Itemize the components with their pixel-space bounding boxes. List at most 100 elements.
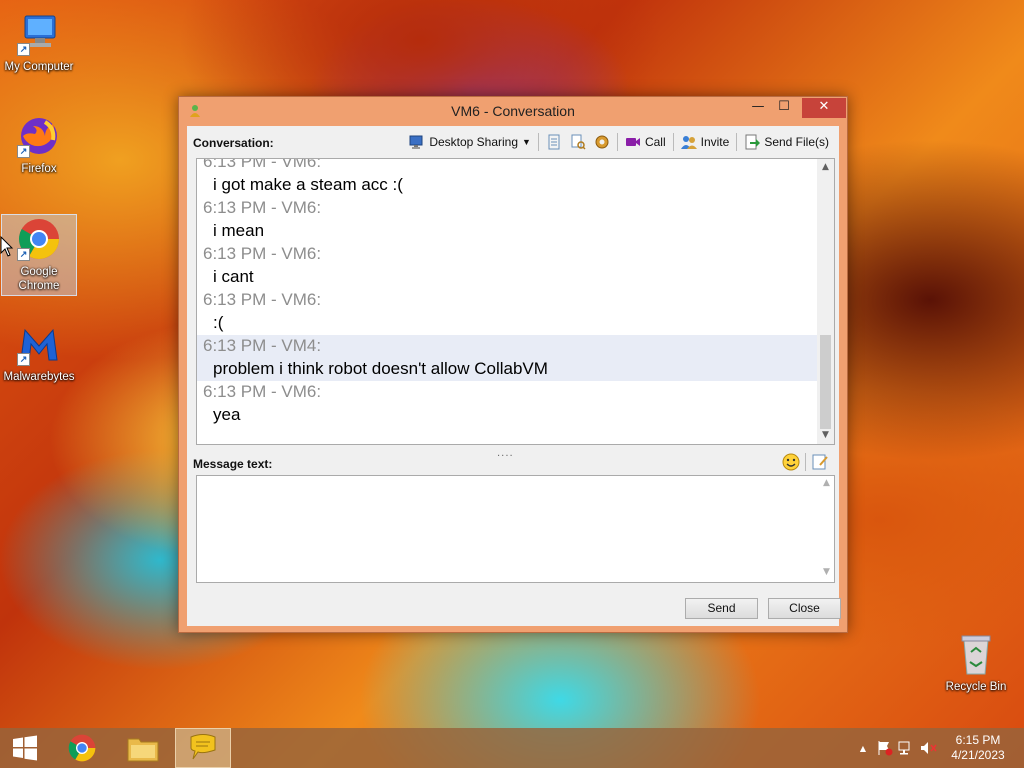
desktop-sharing-label: Desktop Sharing bbox=[429, 135, 519, 149]
message-sender-time: 6:13 PM - VM6: bbox=[203, 158, 322, 171]
desktop-sharing-icon bbox=[409, 135, 423, 149]
scrollbar-thumb[interactable] bbox=[820, 335, 831, 429]
toolbar-divider bbox=[616, 133, 618, 151]
minimize-button[interactable]: — bbox=[745, 98, 771, 118]
action-center-flag-icon[interactable] bbox=[874, 740, 896, 756]
show-desktop-button[interactable] bbox=[1016, 728, 1024, 768]
video-camera-icon bbox=[625, 138, 640, 146]
window-titlebar[interactable]: VM6 - Conversation — ☐ ✕ bbox=[179, 97, 847, 126]
chrome-icon bbox=[68, 734, 96, 762]
chrome-icon: ↗ bbox=[15, 215, 63, 263]
scroll-up-arrow-icon[interactable]: ▲ bbox=[817, 159, 834, 176]
send-button[interactable]: Send bbox=[685, 598, 758, 619]
folder-icon bbox=[127, 738, 159, 762]
window-client-area: Conversation: Desktop Sharing ▼ Call Inv… bbox=[187, 126, 841, 626]
history-scrollbar[interactable]: ▲ ▼ bbox=[817, 159, 834, 444]
history-entry: 6:13 PM - VM6: yea bbox=[197, 381, 817, 427]
desktop-icon-firefox[interactable]: ↗ Firefox bbox=[1, 112, 77, 176]
scroll-down-arrow-icon[interactable]: ▼ bbox=[819, 565, 834, 580]
scroll-up-arrow-icon[interactable]: ▲ bbox=[819, 476, 834, 491]
clock-time: 6:15 PM bbox=[955, 733, 1001, 747]
malwarebytes-icon: ↗ bbox=[15, 320, 63, 368]
send-files-label: Send File(s) bbox=[764, 135, 829, 149]
message-body: i cant bbox=[213, 267, 254, 286]
volume-muted-icon[interactable] bbox=[918, 740, 940, 756]
history-list: 6:13 PM - VM6: i got make a steam acc :(6… bbox=[197, 158, 817, 427]
desktop-icon-label: My Computer bbox=[4, 61, 74, 73]
mouse-cursor-icon bbox=[0, 236, 14, 257]
invite-label: Invite bbox=[700, 135, 730, 149]
close-button[interactable]: Close bbox=[768, 598, 841, 619]
emoticon-icon[interactable] bbox=[782, 453, 800, 471]
message-sender-time: 6:13 PM - VM6: bbox=[203, 290, 322, 309]
file-transfer-button[interactable] bbox=[566, 131, 590, 153]
gear-icon bbox=[595, 135, 609, 149]
network-icon[interactable] bbox=[896, 740, 918, 756]
recycle-bin-icon bbox=[952, 630, 1000, 678]
message-sender-time: 6:13 PM - VM6: bbox=[203, 382, 322, 401]
notes-button[interactable] bbox=[542, 131, 566, 153]
clock[interactable]: 6:15 PM 4/21/2023 bbox=[940, 733, 1016, 763]
notepad-icon bbox=[548, 134, 560, 150]
scroll-down-arrow-icon[interactable]: ▼ bbox=[817, 427, 834, 444]
desktop-icon-my-computer[interactable]: ↗ My Computer bbox=[1, 10, 77, 74]
shortcut-arrow-icon: ↗ bbox=[17, 248, 30, 261]
taskbar: ▲ 6:15 PM 4/21/2023 bbox=[0, 728, 1024, 768]
conversation-label: Conversation: bbox=[193, 136, 274, 150]
history-entry: 6:13 PM - VM6: i got make a steam acc :( bbox=[197, 158, 817, 197]
system-tray: ▲ 6:15 PM 4/21/2023 bbox=[852, 728, 1024, 768]
send-file-icon bbox=[745, 134, 761, 150]
conversation-toolbar: Desktop Sharing ▼ Call Invite Send File(… bbox=[405, 130, 833, 154]
desktop-icon-label: Malwarebytes bbox=[3, 371, 75, 383]
toolbar-divider bbox=[537, 133, 539, 151]
call-label: Call bbox=[644, 135, 666, 149]
chevron-down-icon: ▼ bbox=[522, 137, 531, 147]
desktop-icon-recycle-bin[interactable]: Recycle Bin bbox=[938, 630, 1014, 694]
shortcut-arrow-icon: ↗ bbox=[17, 353, 30, 366]
message-body: i got make a steam acc :( bbox=[213, 175, 403, 194]
message-text-label: Message text: bbox=[193, 457, 273, 471]
history-entry: 6:13 PM - VM6: i mean bbox=[197, 197, 817, 243]
desktop-icon-label: Recycle Bin bbox=[945, 681, 1007, 693]
message-scrollbar[interactable]: ▲ ▼ bbox=[819, 476, 834, 580]
invite-users-icon bbox=[680, 136, 697, 149]
chat-bubble-icon bbox=[190, 734, 216, 760]
message-sender-time: 6:13 PM - VM6: bbox=[203, 244, 322, 263]
invite-button[interactable]: Invite bbox=[677, 131, 734, 153]
shortcut-arrow-icon: ↗ bbox=[17, 145, 30, 158]
clock-date: 4/21/2023 bbox=[951, 748, 1005, 762]
settings-button[interactable] bbox=[590, 131, 614, 153]
call-button[interactable]: Call bbox=[621, 131, 670, 153]
history-entry: 6:13 PM - VM6: i cant bbox=[197, 243, 817, 289]
start-button[interactable] bbox=[0, 728, 50, 768]
send-files-button[interactable]: Send File(s) bbox=[740, 131, 833, 153]
document-search-icon bbox=[571, 134, 586, 150]
desktop-icon-label: Firefox bbox=[21, 163, 57, 175]
computer-icon: ↗ bbox=[15, 10, 63, 58]
history-entry: 6:13 PM - VM6::( bbox=[197, 289, 817, 335]
shortcut-arrow-icon: ↗ bbox=[17, 43, 30, 56]
conversation-history[interactable]: 6:13 PM - VM6: i got make a steam acc :(6… bbox=[196, 158, 835, 445]
desktop-sharing-button[interactable]: Desktop Sharing ▼ bbox=[405, 131, 535, 153]
windows-logo-icon bbox=[13, 735, 37, 761]
pane-splitter[interactable]: .... bbox=[497, 448, 514, 459]
firefox-icon: ↗ bbox=[15, 112, 63, 160]
message-body: :( bbox=[213, 313, 224, 332]
taskbar-messenger[interactable] bbox=[175, 728, 231, 768]
message-input[interactable] bbox=[196, 475, 835, 583]
message-body: problem i think robot doesn't allow Coll… bbox=[213, 359, 548, 378]
history-entry: 6:13 PM - VM4: problem i think robot does… bbox=[197, 335, 817, 381]
format-text-icon[interactable] bbox=[811, 453, 829, 471]
taskbar-file-explorer[interactable] bbox=[115, 728, 171, 768]
close-window-button[interactable]: ✕ bbox=[802, 98, 846, 118]
toolbar-divider bbox=[805, 453, 806, 471]
message-body: yea bbox=[213, 405, 241, 424]
message-tools bbox=[782, 453, 829, 471]
message-body: i mean bbox=[213, 221, 265, 240]
desktop-icon-malwarebytes[interactable]: ↗ Malwarebytes bbox=[1, 320, 77, 384]
conversation-window: VM6 - Conversation — ☐ ✕ Conversation: D… bbox=[178, 96, 848, 633]
show-hidden-icons-button[interactable]: ▲ bbox=[852, 744, 874, 753]
toolbar-divider bbox=[736, 133, 738, 151]
maximize-button[interactable]: ☐ bbox=[771, 98, 797, 118]
taskbar-chrome[interactable] bbox=[54, 728, 110, 768]
